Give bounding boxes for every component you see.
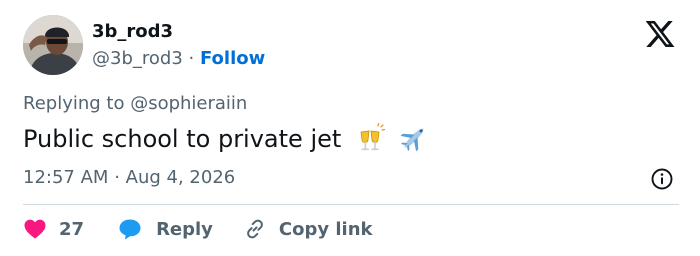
- copy-link-button[interactable]: Copy link: [243, 217, 373, 241]
- tweet-text-row: Public school to private jet: [23, 123, 429, 155]
- timestamp-date: Aug 4, 2026: [125, 167, 236, 188]
- divider: [23, 204, 679, 205]
- link-icon: [247, 219, 263, 239]
- action-bar: 27 Reply Copy link: [23, 216, 373, 242]
- author-handle-row: @3b_rod3 · Follow: [92, 47, 265, 71]
- tweet-timestamp[interactable]: 12:57 AM · Aug 4, 2026: [23, 166, 235, 190]
- follow-button[interactable]: Follow: [200, 48, 265, 69]
- reply-bubble-icon: [119, 219, 141, 240]
- x-logo-icon[interactable]: [644, 18, 676, 50]
- reply-context[interactable]: Replying to @sophieraiin: [23, 92, 247, 116]
- avatar-image: [23, 15, 83, 75]
- like-count: 27: [59, 218, 85, 240]
- heart-icon: [24, 219, 46, 239]
- reply-label: Reply: [156, 218, 213, 240]
- info-icon[interactable]: [650, 167, 674, 191]
- like-button[interactable]: 27: [23, 217, 84, 241]
- author-handle[interactable]: @3b_rod3: [92, 48, 183, 69]
- timestamp-time: 12:57 AM: [23, 167, 109, 188]
- timestamp-separator: ·: [114, 167, 120, 188]
- avatar[interactable]: [23, 15, 83, 75]
- clinking-glasses-icon: [360, 123, 385, 151]
- tweet-text: Public school to private jet: [23, 125, 342, 153]
- reply-button[interactable]: Reply: [118, 217, 213, 241]
- airplane-icon: [400, 128, 423, 152]
- copy-link-label: Copy link: [278, 218, 373, 240]
- handle-separator: ·: [188, 48, 195, 69]
- author-display-name[interactable]: 3b_rod3: [92, 20, 173, 44]
